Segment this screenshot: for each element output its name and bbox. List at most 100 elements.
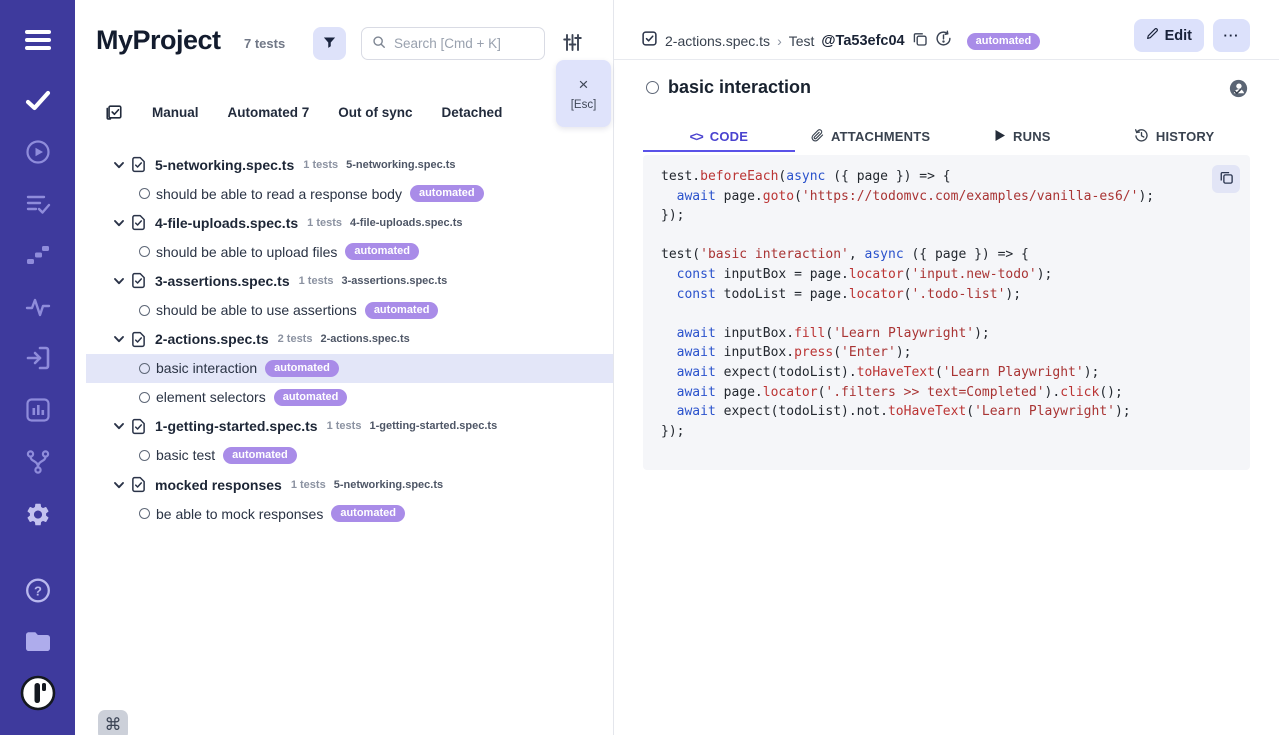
automated-badge: automated xyxy=(331,505,405,522)
search-input[interactable]: Search [Cmd + K] xyxy=(361,27,545,60)
chevron-down-icon[interactable] xyxy=(113,217,125,229)
view-settings-icon[interactable] xyxy=(563,33,582,57)
tab-label: RUNS xyxy=(1013,129,1051,144)
filter-tab-manual[interactable]: Manual xyxy=(152,105,199,120)
search-icon xyxy=(372,35,386,52)
assignee-avatar[interactable] xyxy=(1229,79,1248,103)
folder-icon[interactable] xyxy=(23,628,53,654)
test-status-icon xyxy=(139,246,150,257)
code-line: const inputBox = page.locator('input.new… xyxy=(661,265,1232,285)
suite-file-path: 5-networking.spec.ts xyxy=(334,479,443,491)
test-row[interactable]: basic testautomated xyxy=(86,441,613,470)
svg-text:?: ? xyxy=(34,584,42,599)
test-title: should be able to upload files xyxy=(156,244,337,260)
code-line: const todoList = page.locator('.todo-lis… xyxy=(661,285,1232,305)
filter-tab-out-of-sync[interactable]: Out of sync xyxy=(338,105,412,120)
tests-check-icon[interactable] xyxy=(24,88,52,114)
test-row[interactable]: element selectors automated xyxy=(86,383,613,412)
suite-row[interactable]: 4-file-uploads.spec.ts1 tests4-file-uplo… xyxy=(86,208,613,237)
suite-row[interactable]: 3-assertions.spec.ts1 tests3-assertions.… xyxy=(86,266,613,295)
suite-name: 5-networking.spec.ts xyxy=(155,157,294,173)
copy-id-icon[interactable] xyxy=(912,31,928,52)
automated-badge: automated xyxy=(345,243,419,260)
help-icon[interactable]: ? xyxy=(24,577,51,604)
test-detail-panel: 2-actions.spec.ts › Test @Ta53efc04 auto… xyxy=(614,0,1279,735)
suite-row[interactable]: 2-actions.spec.ts2 tests2-actions.spec.t… xyxy=(86,325,613,354)
suite-name: 3-assertions.spec.ts xyxy=(155,273,290,289)
test-row[interactable]: be able to mock responsesautomated xyxy=(86,499,613,528)
code-line: await expect(todoList).not.toHaveText('L… xyxy=(661,402,1232,422)
sync-clock-icon[interactable] xyxy=(935,30,952,52)
chevron-down-icon[interactable] xyxy=(113,420,125,432)
more-button[interactable]: ··· xyxy=(1213,19,1250,52)
tab-label: ATTACHMENTS xyxy=(831,129,930,144)
suite-test-count: 1 tests xyxy=(307,217,342,229)
code-line: await expect(todoList).toHaveText('Learn… xyxy=(661,363,1232,383)
import-icon[interactable] xyxy=(25,345,51,371)
edit-button[interactable]: Edit xyxy=(1134,19,1204,52)
code-icon: <> xyxy=(690,129,703,144)
suite-row[interactable]: mocked responses1 tests5-networking.spec… xyxy=(86,470,613,499)
edit-label: Edit xyxy=(1165,28,1192,44)
breadcrumb-file[interactable]: 2-actions.spec.ts xyxy=(665,33,770,49)
suite-row[interactable]: 5-networking.spec.ts 1 tests 5-networking.… xyxy=(86,150,613,179)
menu-icon[interactable] xyxy=(24,27,52,53)
test-tree: 5-networking.spec.ts 1 tests 5-networking.… xyxy=(75,150,613,528)
automated-badge: automated xyxy=(410,185,484,202)
suite-row[interactable]: 1-getting-started.spec.ts1 tests1-gettin… xyxy=(86,412,613,441)
select-mode-icon[interactable] xyxy=(105,103,123,121)
chevron-down-icon[interactable] xyxy=(113,275,125,287)
tab-attachments[interactable]: ATTACHMENTS xyxy=(795,123,947,152)
test-id: @Ta53efc04 xyxy=(821,33,904,49)
test-row[interactable]: basic interactionautomated xyxy=(86,354,613,383)
filter-tab-automated[interactable]: Automated 7 xyxy=(228,105,310,120)
breadcrumb: 2-actions.spec.ts › Test @Ta53efc04 auto… xyxy=(641,30,1040,52)
tab-code[interactable]: <>CODE xyxy=(643,123,795,152)
test-status-icon xyxy=(139,392,150,403)
test-title-row: basic interaction xyxy=(646,77,811,98)
test-status-icon xyxy=(139,363,150,374)
file-check-icon xyxy=(131,418,146,435)
close-icon[interactable]: × xyxy=(579,76,589,93)
automated-badge: automated xyxy=(274,389,348,406)
chevron-down-icon[interactable] xyxy=(113,333,125,345)
code-line: }); xyxy=(661,206,1232,226)
file-check-icon xyxy=(131,272,146,289)
chevron-down-icon[interactable] xyxy=(113,479,125,491)
test-row[interactable]: should be able to use assertionsautomate… xyxy=(86,295,613,324)
copy-code-button[interactable] xyxy=(1212,165,1240,193)
cmd-key-hint[interactable]: ⌘ xyxy=(98,710,128,735)
search-placeholder: Search [Cmd + K] xyxy=(394,36,501,51)
automated-badge: automated xyxy=(967,33,1041,50)
paperclip-icon xyxy=(811,128,824,146)
code-line: }); xyxy=(661,422,1232,442)
steps-icon[interactable] xyxy=(25,243,51,267)
detail-header: 2-actions.spec.ts › Test @Ta53efc04 auto… xyxy=(614,0,1279,60)
suite-test-count: 1 tests xyxy=(303,159,338,171)
test-row[interactable]: should be able to upload files automated xyxy=(86,237,613,266)
activity-pulse-icon[interactable] xyxy=(25,294,51,320)
chevron-down-icon[interactable] xyxy=(113,159,125,171)
test-title: element selectors xyxy=(156,389,266,405)
filter-tab-detached[interactable]: Detached xyxy=(442,105,503,120)
pencil-icon xyxy=(1146,27,1159,44)
analytics-bar-chart-icon[interactable] xyxy=(25,397,51,423)
checklist-icon[interactable] xyxy=(25,191,51,217)
detail-tabs: <>CODE ATTACHMENTS RUNS HISTORY xyxy=(643,123,1250,152)
suite-test-count: 1 tests xyxy=(327,420,362,432)
suite-file-path: 5-networking.spec.ts xyxy=(346,159,455,171)
breadcrumb-separator: › xyxy=(777,33,782,49)
test-row[interactable]: should be able to read a response bodyau… xyxy=(86,179,613,208)
test-detail-title: basic interaction xyxy=(668,77,811,98)
play-icon xyxy=(994,129,1006,145)
runs-play-icon[interactable] xyxy=(25,139,51,165)
suite-test-count: 1 tests xyxy=(299,275,334,287)
branch-icon[interactable] xyxy=(25,449,51,475)
test-status-icon xyxy=(139,188,150,199)
settings-gear-icon[interactable] xyxy=(24,501,51,528)
filter-button[interactable] xyxy=(313,27,346,60)
tab-history[interactable]: HISTORY xyxy=(1098,123,1250,152)
automated-badge: automated xyxy=(265,360,339,377)
tab-runs[interactable]: RUNS xyxy=(947,123,1099,152)
app-logo[interactable] xyxy=(20,675,56,711)
